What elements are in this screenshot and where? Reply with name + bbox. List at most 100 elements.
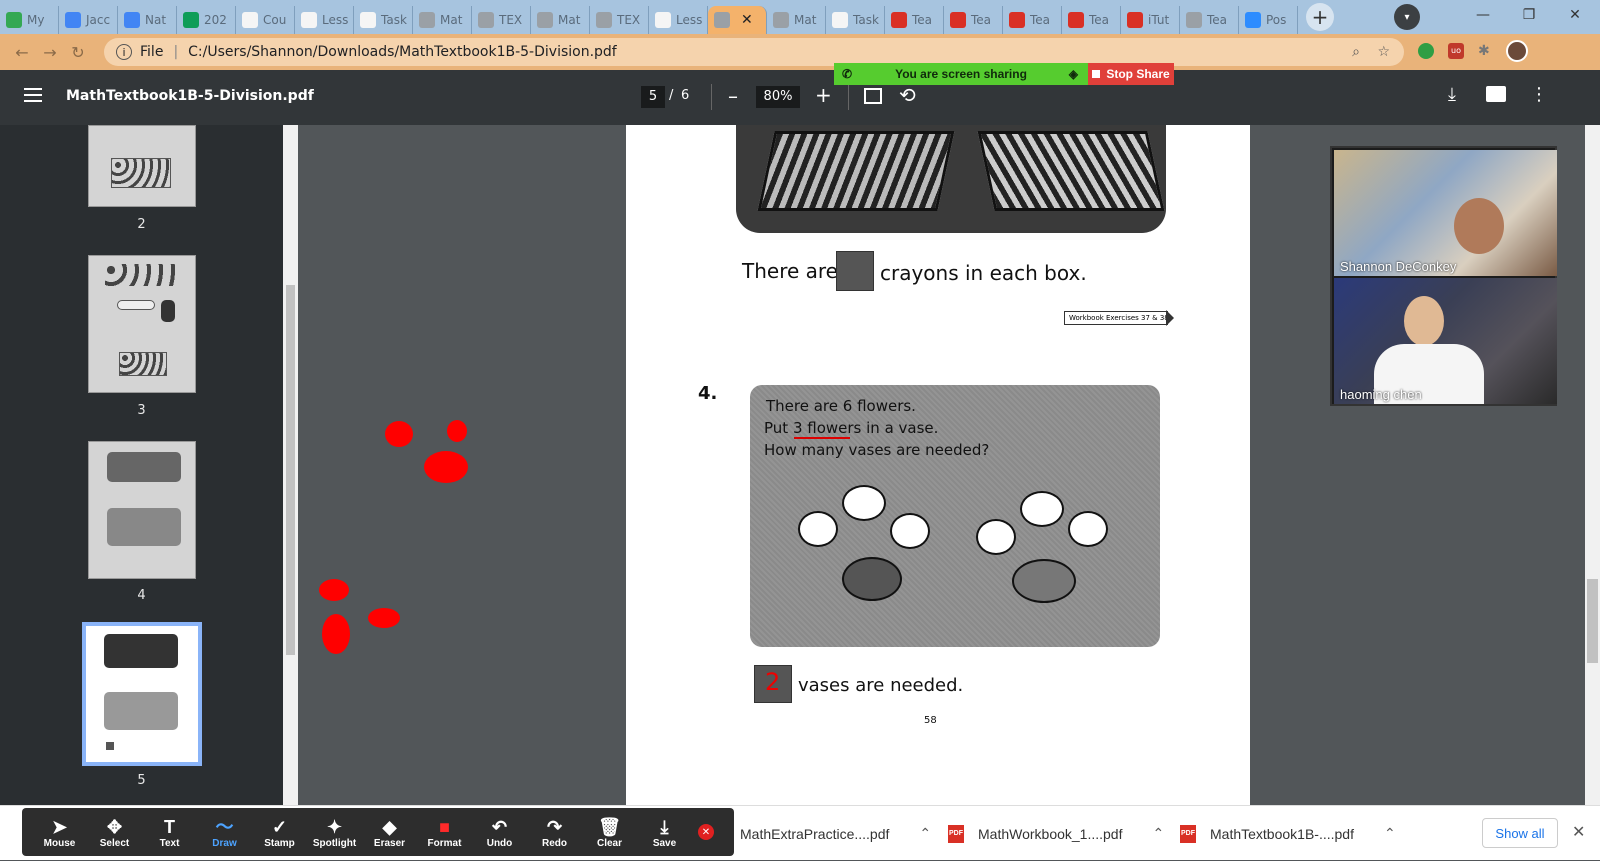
browser-tab[interactable]: Mat — [413, 6, 472, 34]
download-filename: MathExtraPractice....pdf — [740, 825, 890, 842]
bookmark-star-icon[interactable]: ☆ — [1377, 44, 1390, 60]
annotation-dot — [424, 451, 468, 483]
tab-title: iTut — [1148, 13, 1170, 27]
thumbnail-page-5-selected[interactable] — [82, 622, 202, 766]
ublock-icon[interactable]: uo — [1448, 43, 1464, 59]
tool-label: Redo — [542, 837, 567, 849]
browser-tab[interactable]: Mat — [767, 6, 826, 34]
tool-label: Clear — [596, 837, 622, 849]
zoom-lens-icon[interactable]: ⌕ — [1352, 44, 1360, 60]
page-number-input[interactable]: 5 — [641, 86, 665, 108]
annotation-tools: ➤ Mouse ✥ Select T Text 〜 Draw ✓ Stamp ✦ Spotlight ◆… — [32, 816, 692, 849]
annotation-tool-mouse[interactable]: ➤ Mouse — [32, 816, 87, 849]
close-window-icon[interactable]: ✕ — [1552, 0, 1598, 30]
browser-tab[interactable]: Task — [826, 6, 885, 34]
scrollbar-thumb[interactable] — [286, 285, 295, 655]
download-item[interactable]: PDF MathWorkbook_1....pdf ⌃ — [948, 806, 1164, 861]
tab-title: Tea — [1030, 13, 1051, 27]
annotation-dot — [447, 420, 467, 442]
reload-icon[interactable]: ↻ — [64, 43, 92, 62]
video-tile-haoming[interactable]: haoming chen — [1334, 278, 1557, 404]
extension-icon[interactable] — [1418, 43, 1434, 59]
download-icon[interactable]: ⤓ — [1448, 84, 1456, 105]
tab-favicon-icon — [124, 12, 140, 28]
browser-tab[interactable]: Tea — [1180, 6, 1239, 34]
browser-tab[interactable]: Pos — [1239, 6, 1298, 34]
browser-tab[interactable]: 202 — [177, 6, 236, 34]
site-info-icon[interactable]: i — [116, 44, 132, 60]
browser-tab[interactable]: Tea — [944, 6, 1003, 34]
thumbnail-page-2[interactable] — [88, 125, 196, 207]
browser-tab[interactable]: Task — [354, 6, 413, 34]
scrollbar-thumb[interactable] — [1587, 579, 1598, 663]
chevron-up-icon[interactable]: ⌃ — [1152, 825, 1164, 842]
sidebar-scrollbar[interactable] — [283, 125, 298, 805]
browser-tab[interactable]: ✕ — [708, 6, 767, 34]
fit-page-icon[interactable] — [864, 88, 882, 104]
back-icon[interactable]: ← — [8, 43, 36, 62]
handwritten-answer: 2 — [765, 668, 781, 696]
minimize-icon[interactable]: — — [1460, 0, 1506, 30]
close-downloads-icon[interactable]: ✕ — [1572, 822, 1585, 841]
annotation-tool-undo[interactable]: ↶ Undo — [472, 816, 527, 849]
video-tile-shannon[interactable]: Shannon DeConkey — [1334, 150, 1557, 276]
browser-tab[interactable]: Tea — [1003, 6, 1062, 34]
thumbnail-page-4[interactable] — [88, 441, 196, 579]
chevron-up-icon[interactable]: ⌃ — [1384, 825, 1396, 842]
extensions-puzzle-icon[interactable]: ✱ — [1478, 43, 1490, 59]
close-tab-icon[interactable]: ✕ — [741, 12, 753, 28]
browser-tab[interactable]: Jacc — [59, 6, 118, 34]
browser-tab[interactable]: Tea — [1062, 6, 1121, 34]
tab-title: Tea — [1089, 13, 1110, 27]
zoom-level-input[interactable]: 80% — [756, 86, 800, 108]
menu-icon[interactable] — [24, 88, 42, 102]
annotation-tool-eraser[interactable]: ◆ Eraser — [362, 816, 417, 849]
browser-tab[interactable]: My — [0, 6, 59, 34]
browser-tab[interactable]: Nat — [118, 6, 177, 34]
browser-tab[interactable]: Mat — [531, 6, 590, 34]
tab-search-icon[interactable]: ▾ — [1394, 4, 1420, 30]
annotation-tool-format[interactable]: ■ Format — [417, 816, 472, 849]
zoom-out-icon[interactable]: – — [728, 84, 738, 108]
close-annotation-icon[interactable]: ✕ — [698, 824, 714, 840]
eraser-icon: ◆ — [382, 816, 397, 837]
browser-tab[interactable]: iTut — [1121, 6, 1180, 34]
show-all-button[interactable]: Show all — [1482, 818, 1558, 848]
more-options-icon[interactable]: ⋮ — [1530, 84, 1548, 105]
zoom-in-icon[interactable]: + — [815, 83, 832, 107]
browser-tab[interactable]: Cou — [236, 6, 295, 34]
pdf-toolbar: MathTextbook1B-5-Division.pdf 5 / 6 – 80… — [0, 70, 1600, 125]
new-tab-button[interactable]: + — [1306, 3, 1334, 31]
forward-icon[interactable]: → — [36, 43, 64, 62]
browser-tab[interactable]: Less — [649, 6, 708, 34]
browser-tab[interactable]: Tea — [885, 6, 944, 34]
chevron-up-icon[interactable]: ⌃ — [919, 825, 931, 842]
browser-tab[interactable]: TEX — [472, 6, 531, 34]
rotate-icon[interactable]: ⟲ — [899, 83, 916, 107]
tab-favicon-icon — [242, 12, 258, 28]
tab-title: Mat — [794, 13, 817, 27]
annotation-tool-clear[interactable]: 🗑 Clear — [582, 816, 637, 849]
thumbnail-label: 3 — [137, 403, 146, 418]
annotation-tool-text[interactable]: T Text — [142, 816, 197, 849]
question-line-2: Put 3 flowers in a vase. — [764, 419, 939, 437]
annotation-tool-stamp[interactable]: ✓ Stamp — [252, 816, 307, 849]
annotation-tool-draw[interactable]: 〜 Draw — [197, 816, 252, 849]
annotation-tool-redo[interactable]: ↷ Redo — [527, 816, 582, 849]
annotation-tool-spotlight[interactable]: ✦ Spotlight — [307, 816, 362, 849]
viewer-scrollbar[interactable] — [1585, 125, 1600, 805]
annotation-tool-select[interactable]: ✥ Select — [87, 816, 142, 849]
browser-tab[interactable]: Less — [295, 6, 354, 34]
thumbnail-page-3[interactable] — [88, 255, 196, 393]
browser-tab[interactable]: TEX — [590, 6, 649, 34]
annotation-tool-save[interactable]: ⤓ Save — [637, 816, 692, 849]
stop-share-button[interactable]: Stop Share — [1088, 63, 1174, 85]
profile-avatar[interactable] — [1506, 40, 1528, 62]
download-filename: MathTextbook1B-....pdf — [1210, 825, 1354, 842]
print-icon[interactable] — [1486, 86, 1506, 102]
omnibox[interactable]: i File | C:/Users/Shannon/Downloads/Math… — [104, 38, 1404, 66]
page-number: 58 — [924, 715, 937, 726]
download-item[interactable]: MathExtraPractice....pdf ⌃ — [740, 806, 931, 861]
download-item[interactable]: PDF MathTextbook1B-....pdf ⌃ — [1180, 806, 1396, 861]
restore-icon[interactable]: ❐ — [1506, 0, 1552, 30]
